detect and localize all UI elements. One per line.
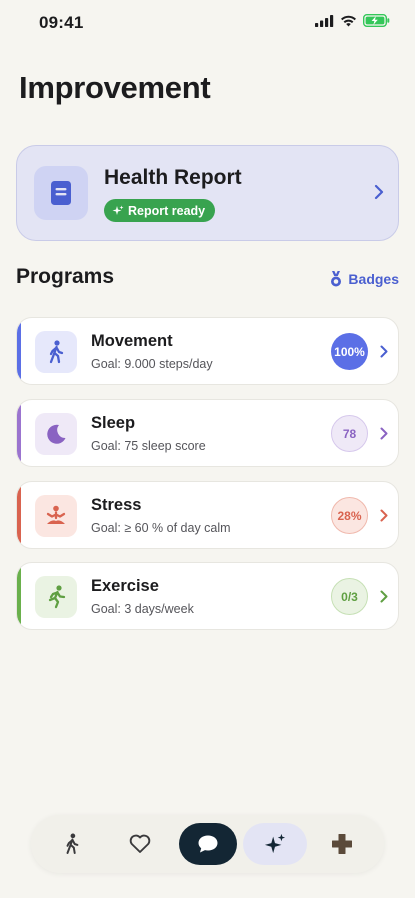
- program-progress-circle: 0/3: [331, 578, 368, 615]
- badges-label: Badges: [348, 271, 399, 287]
- program-name: Movement: [91, 332, 173, 350]
- tab-movement[interactable]: [51, 823, 93, 865]
- program-progress-circle: 28%: [331, 497, 368, 534]
- program-goal: Goal: ≥ 60 % of day calm: [91, 521, 231, 535]
- tab-medical[interactable]: [321, 823, 363, 865]
- walking-person-icon: [49, 340, 64, 364]
- status-time: 09:41: [39, 13, 84, 32]
- report-icon-box: [34, 166, 88, 220]
- program-progress-circle: 78: [331, 415, 368, 452]
- program-card-exercise[interactable]: Exercise Goal: 3 days/week 0/3: [16, 562, 399, 630]
- sparkle-icon: [112, 205, 124, 215]
- program-icon-box: [35, 413, 77, 455]
- report-ready-badge: Report ready: [104, 199, 216, 222]
- program-accent-bar: [17, 318, 21, 384]
- program-goal: Goal: 75 sleep score: [91, 439, 206, 453]
- wifi-icon: [341, 15, 356, 26]
- tab-improvement[interactable]: [243, 823, 307, 865]
- program-progress-circle: 100%: [331, 333, 368, 370]
- tab-bar: [31, 815, 384, 873]
- program-name: Exercise: [91, 577, 159, 595]
- sparkles-icon: [264, 833, 286, 854]
- heart-icon: [129, 834, 151, 853]
- program-name: Stress: [91, 496, 142, 514]
- tab-chat[interactable]: [179, 823, 237, 865]
- chevron-right-icon: [374, 184, 384, 200]
- cellular-signal-icon: [315, 14, 334, 27]
- meditation-icon: [46, 505, 66, 524]
- program-accent-bar: [17, 400, 21, 466]
- program-icon-box: [35, 331, 77, 373]
- health-report-card[interactable]: Health Report Report ready: [16, 145, 399, 241]
- moon-icon: [47, 424, 66, 444]
- running-person-icon: [48, 585, 66, 609]
- program-goal: Goal: 3 days/week: [91, 602, 194, 616]
- document-icon: [51, 181, 71, 205]
- chevron-right-icon: [380, 590, 388, 603]
- program-accent-bar: [17, 563, 21, 629]
- programs-section-title: Programs: [16, 265, 115, 288]
- program-goal: Goal: 9.000 steps/day: [91, 357, 213, 371]
- program-card-stress[interactable]: Stress Goal: ≥ 60 % of day calm 28%: [16, 481, 399, 549]
- status-bar: 09:41: [0, 0, 415, 46]
- page-title: Improvement: [19, 70, 211, 105]
- status-icons: [315, 14, 390, 27]
- chevron-right-icon: [380, 427, 388, 440]
- program-card-sleep[interactable]: Sleep Goal: 75 sleep score 78: [16, 399, 399, 467]
- chevron-right-icon: [380, 345, 388, 358]
- program-icon-box: [35, 576, 77, 618]
- badges-button[interactable]: Badges: [329, 271, 399, 287]
- health-report-title: Health Report: [104, 166, 242, 189]
- program-name: Sleep: [91, 414, 136, 432]
- program-card-movement[interactable]: Movement Goal: 9.000 steps/day 100%: [16, 317, 399, 385]
- report-ready-label: Report ready: [128, 203, 206, 218]
- chevron-right-icon: [380, 509, 388, 522]
- plus-cross-icon: [332, 834, 352, 854]
- battery-charging-icon: [363, 14, 390, 27]
- program-accent-bar: [17, 482, 21, 548]
- walking-person-icon: [66, 833, 79, 854]
- medal-icon: [331, 271, 342, 287]
- chat-bubble-icon: [198, 835, 218, 853]
- program-icon-box: [35, 495, 77, 537]
- tab-health[interactable]: [119, 823, 161, 865]
